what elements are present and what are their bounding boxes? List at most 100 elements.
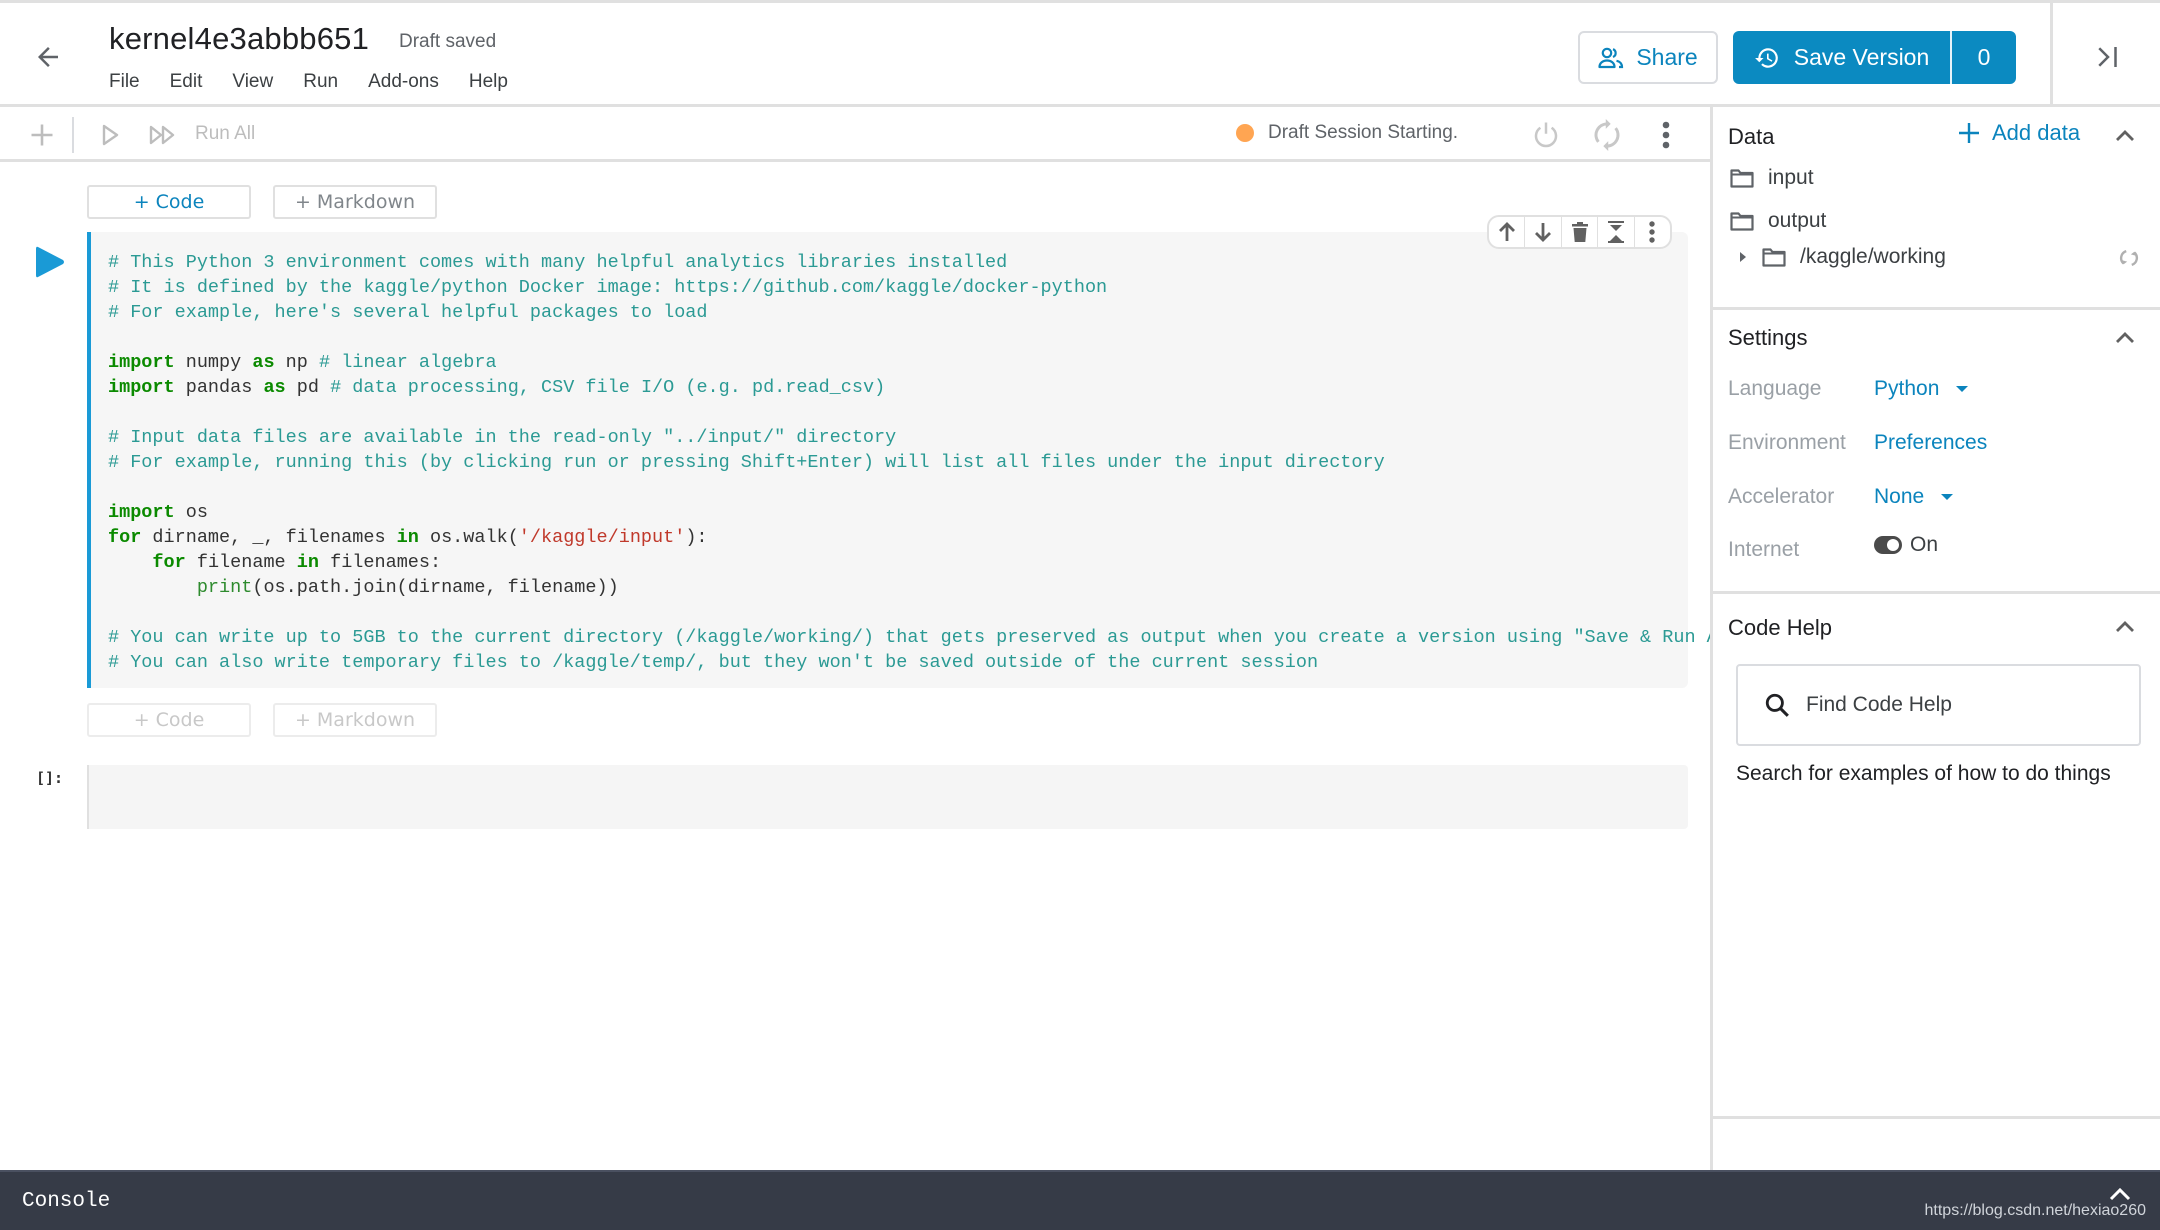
menu-view[interactable]: View [232,71,273,93]
menu-help[interactable]: Help [469,71,508,93]
code-line: # For example, running this (by clicking… [108,452,1385,473]
menu-edit[interactable]: Edit [170,71,203,93]
settings-collapse-button[interactable] [2110,325,2140,349]
folder-icon [1762,248,1786,267]
session-status: Draft Session Starting. [1236,122,1458,144]
menu-bar: File Edit View Run Add-ons Help [109,71,538,93]
power-icon [1534,122,1558,148]
code-help-search-input[interactable]: Find Code Help [1736,664,2141,746]
accelerator-label: Accelerator [1728,485,1835,508]
more-vert-icon [1649,221,1656,243]
code-line: # You can also write temporary files to … [108,652,1319,673]
more-options-button[interactable] [1650,119,1682,151]
run-cell-toolbar-button[interactable] [94,119,126,151]
share-button[interactable]: Share [1578,31,1718,84]
language-select[interactable]: Python [1874,377,1969,401]
internet-value: On [1910,533,1939,556]
delete-cell-button[interactable] [1562,217,1599,247]
restart-session-button[interactable] [1591,119,1623,151]
back-button[interactable] [30,39,66,75]
status-dot-icon [1236,124,1254,142]
code-help-section-title: Code Help [1728,615,1832,640]
notebook-toolbar: Run All Draft Session Starting. [0,107,1710,162]
play-filled-icon [36,246,64,278]
run-all-icon-button[interactable] [147,119,179,151]
move-cell-up-button[interactable] [1489,217,1526,247]
add-code-cell-button[interactable]: + Code [87,185,251,219]
code-line: for dirname, _, filenames in os.walk('/k… [108,527,708,548]
move-cell-down-button[interactable] [1525,217,1562,247]
plus-icon [1959,123,1979,143]
code-editor[interactable]: # This Python 3 environment comes with m… [108,250,1751,675]
refresh-icon [1594,119,1620,151]
trash-icon [1571,222,1588,242]
caret-down-icon [1956,386,1969,392]
environment-preferences-link[interactable]: Preferences [1874,431,1987,455]
code-line: # You can write up to 5GB to the current… [108,627,1752,648]
internet-label: Internet [1728,538,1800,561]
add-markdown-cell-button[interactable]: + Markdown [273,185,437,219]
run-cell-button[interactable] [34,244,66,280]
play-icon [102,124,119,146]
chevron-up-icon [2116,332,2134,343]
right-sidebar: Data Add data input output /kaggle/worki… [1710,107,2160,1170]
caret-down-icon [1941,494,1954,500]
code-line: # This Python 3 environment comes with m… [108,252,1008,273]
refresh-output-button[interactable] [2118,247,2144,273]
run-all-button[interactable]: Run All [195,123,255,145]
code-help-placeholder: Find Code Help [1806,693,1952,716]
chevron-up-icon [2116,621,2134,632]
empty-code-cell[interactable] [87,765,1688,829]
console-bar: Console https://blog.csdn.net/hexiao260 [0,1170,2160,1230]
save-version-button[interactable]: Save Version [1733,31,1952,84]
add-cell-button[interactable] [26,119,58,151]
collapse-cell-button[interactable] [1598,217,1635,247]
plus-icon [31,124,53,146]
notebook-header: kernel4e3abbb651 Draft saved File Edit V… [0,0,2160,107]
tree-item-output[interactable]: output [1730,209,1826,233]
people-icon [1598,47,1624,68]
collapse-right-icon [2098,47,2117,67]
internet-toggle[interactable]: On [1874,533,1938,557]
code-cell[interactable]: # This Python 3 environment comes with m… [87,232,1751,688]
arrow-up-icon [1498,222,1515,241]
accelerator-select[interactable]: None [1874,485,1954,509]
cell-toolbar [1487,215,1672,249]
console-toggle-button[interactable]: Console [22,1190,110,1213]
language-value: Python [1874,377,1940,400]
code-line: for filename in filenames: [152,552,442,573]
arrow-down-icon [1535,223,1552,242]
add-markdown-cell-button-2[interactable]: + Markdown [273,703,437,737]
search-icon [1765,693,1789,717]
menu-run[interactable]: Run [303,71,338,93]
data-collapse-button[interactable] [2110,123,2140,147]
code-line: import os [108,502,208,523]
code-help-collapse-button[interactable] [2110,614,2140,638]
code-line: # For example, here's several helpful pa… [108,302,708,323]
add-code-cell-button-2[interactable]: + Code [87,703,251,737]
collapse-icon [1607,221,1624,243]
save-status: Draft saved [399,31,497,52]
add-data-button[interactable]: Add data [1958,120,2080,146]
menu-add-ons[interactable]: Add-ons [368,71,439,93]
chevron-up-icon [2109,1187,2131,1201]
tree-item-kaggle-working[interactable]: /kaggle/working [1738,245,1946,269]
arrow-left-icon [38,47,58,67]
tree-item-input[interactable]: input [1730,166,1814,190]
tree-item-label: input [1768,166,1814,189]
tree-item-label: /kaggle/working [1800,245,1946,268]
notebook-title[interactable]: kernel4e3abbb651 [109,21,369,57]
menu-file[interactable]: File [109,71,140,93]
power-button[interactable] [1530,119,1562,151]
sidebar-divider [1713,1116,2160,1119]
header-divider [2050,3,2053,107]
data-section-title: Data [1728,124,1775,149]
cell-more-options-button[interactable] [1635,217,1670,247]
collapse-sidebar-button[interactable] [2090,39,2126,75]
version-count-button[interactable]: 0 [1952,31,2016,84]
session-status-text: Draft Session Starting. [1268,122,1459,143]
refresh-icon [2119,249,2139,267]
cell-execution-count: []: [36,769,64,787]
data-section: Data Add data input output /kaggle/worki… [1713,107,2160,307]
